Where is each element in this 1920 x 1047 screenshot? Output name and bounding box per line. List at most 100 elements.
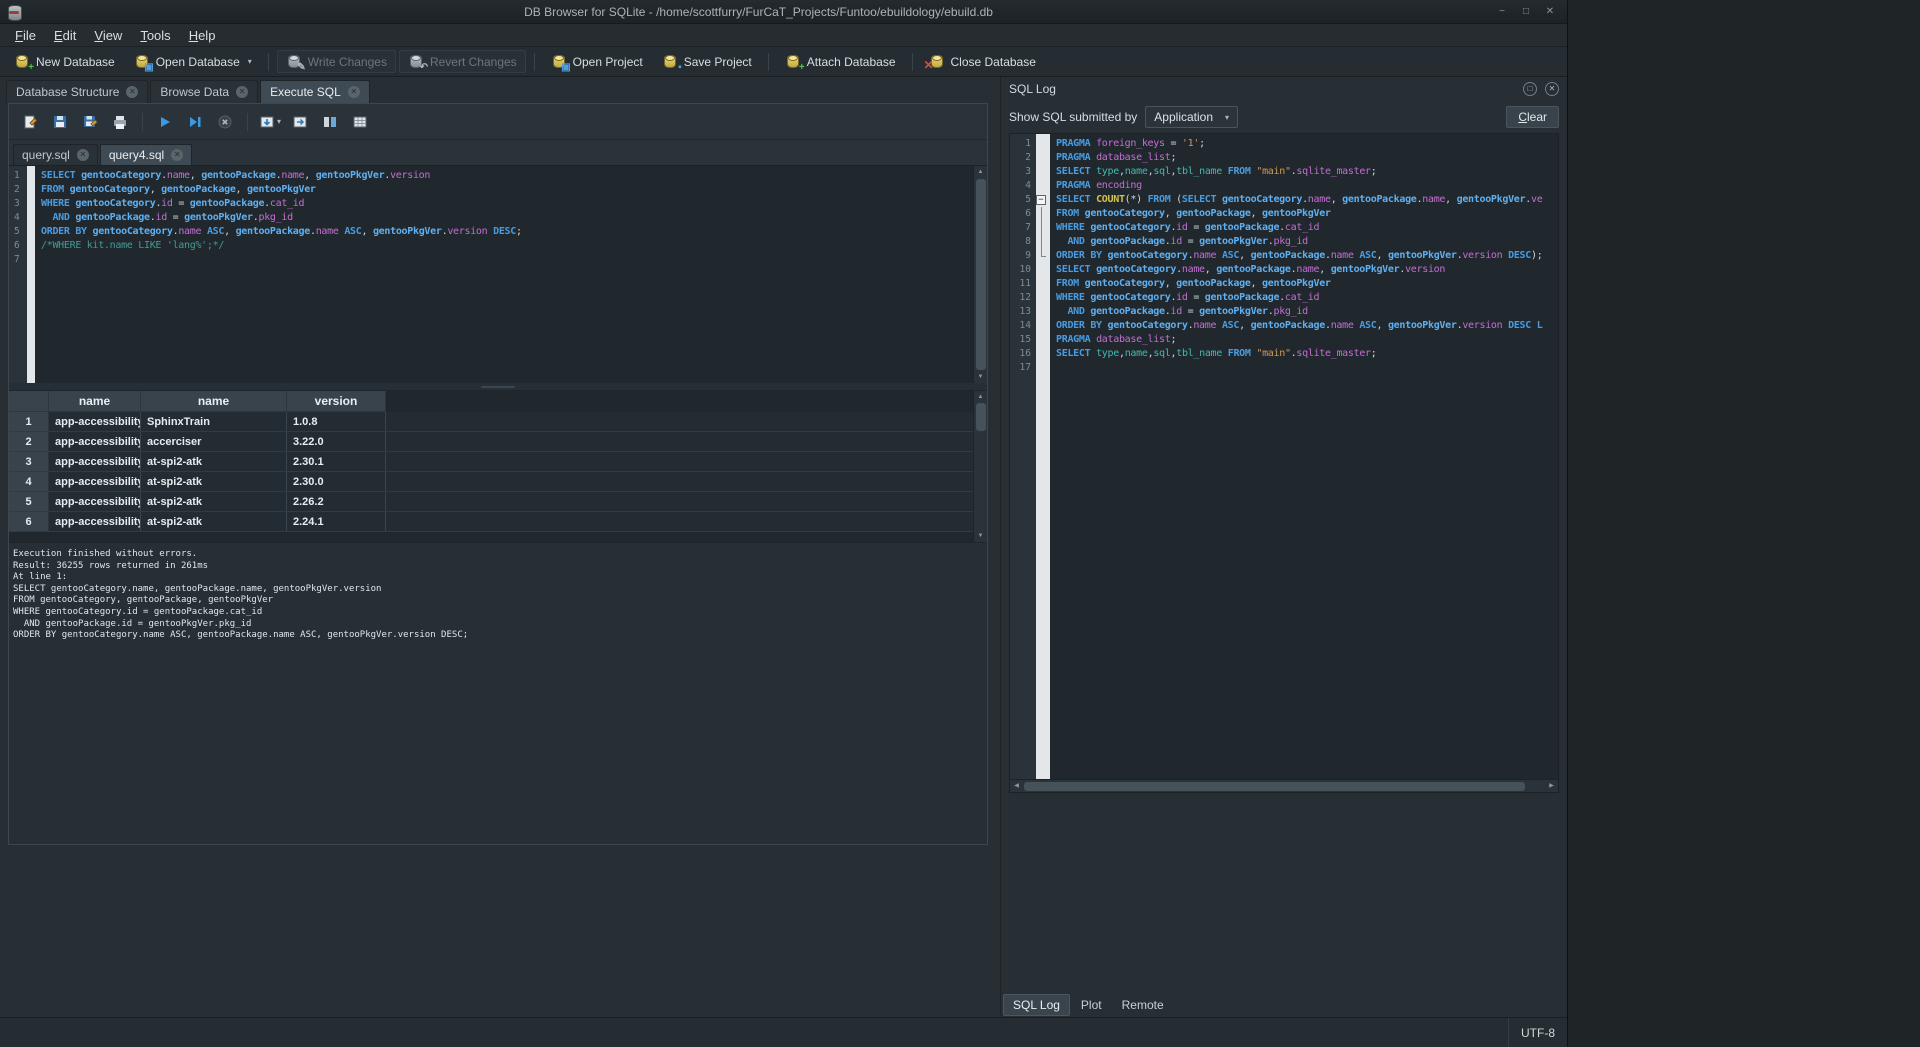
table-cell[interactable]: app-accessibility [49, 472, 141, 491]
clear-log-button[interactable]: Clear [1506, 106, 1559, 128]
execute-current-line-icon[interactable] [182, 110, 208, 134]
row-number: 3 [9, 452, 49, 471]
log-code[interactable]: PRAGMA foreign_keys = '1'; PRAGMA databas… [1050, 134, 1558, 779]
results-grid-icon[interactable] [347, 110, 373, 134]
table-cell[interactable]: app-accessibility [49, 512, 141, 531]
close-database-button[interactable]: ✕ Close Database [921, 51, 1044, 72]
tab-close-icon[interactable]: ✕ [347, 86, 360, 98]
revert-changes-button[interactable]: ↶ Revert Changes [398, 50, 526, 73]
table-cell[interactable]: at-spi2-atk [141, 472, 287, 491]
scroll-down-icon[interactable]: ▼ [974, 530, 988, 542]
menu-help[interactable]: Help [180, 26, 225, 45]
table-cell[interactable]: 2.30.0 [287, 472, 386, 491]
toolbar-separator [247, 112, 248, 131]
menu-tools[interactable]: Tools [131, 26, 179, 45]
dock-tab-sql-log[interactable]: SQL Log [1003, 994, 1070, 1016]
table-row[interactable]: 5 app-accessibility at-spi2-atk 2.26.2 [9, 492, 987, 512]
table-cell[interactable]: 3.22.0 [287, 432, 386, 451]
table-cell[interactable]: app-accessibility [49, 432, 141, 451]
line-number: 17 [1019, 362, 1031, 373]
tab-execute-sql[interactable]: Execute SQL ✕ [260, 80, 370, 103]
column-header[interactable]: name [141, 391, 287, 412]
table-cell[interactable]: at-spi2-atk [141, 452, 287, 471]
tab-close-icon[interactable]: ✕ [126, 86, 139, 98]
minimize-icon[interactable]: − [1495, 5, 1509, 19]
table-cell[interactable]: at-spi2-atk [141, 512, 287, 531]
code-line: WHERE gentooCategory.id = gentooPackage.… [41, 198, 305, 209]
save-sql-file-icon[interactable] [47, 110, 73, 134]
print-icon[interactable] [107, 110, 133, 134]
open-sql-file-icon[interactable] [17, 110, 43, 134]
table-row[interactable]: 4 app-accessibility at-spi2-atk 2.30.0 [9, 472, 987, 492]
line-number: 7 [14, 254, 20, 265]
table-row[interactable]: 1 app-accessibility SphinxTrain 1.0.8 [9, 412, 987, 432]
menu-view[interactable]: View [85, 26, 131, 45]
encoding-indicator[interactable]: UTF-8 [1508, 1018, 1567, 1047]
dock-tab-remote[interactable]: Remote [1113, 995, 1173, 1015]
menu-edit[interactable]: Edit [45, 26, 85, 45]
sql-editor[interactable]: 1 2 3 4 5 6 7 SELECT gentooCategory.name, gent… [9, 166, 987, 383]
write-changes-button[interactable]: ✎ Write Changes [276, 50, 396, 73]
tab-browse-data[interactable]: Browse Data ✕ [150, 80, 259, 103]
toolbar-separator [267, 52, 269, 71]
close-icon[interactable]: ✕ [1543, 5, 1557, 19]
table-cell[interactable]: accerciser [141, 432, 287, 451]
scroll-left-icon[interactable]: ◀ [1010, 780, 1023, 793]
table-cell[interactable]: 1.0.8 [287, 412, 386, 431]
table-row[interactable]: 6 app-accessibility at-spi2-atk 2.24.1 [9, 512, 987, 532]
tab-database-structure[interactable]: Database Structure ✕ [6, 80, 149, 103]
scroll-right-icon[interactable]: ▶ [1545, 780, 1558, 793]
format-sql-icon[interactable] [317, 110, 343, 134]
attach-database-button[interactable]: + Attach Database [777, 51, 904, 73]
editor-code[interactable]: SELECT gentooCategory.name, gentooPackag… [35, 166, 987, 383]
export-csv-icon[interactable] [287, 110, 313, 134]
scrollbar-thumb[interactable] [1024, 781, 1526, 791]
table-cell[interactable]: app-accessibility [49, 412, 141, 431]
column-header[interactable]: version [287, 391, 386, 412]
save-results-icon[interactable]: ▾ [257, 110, 283, 134]
tab-query4-sql[interactable]: query4.sql ✕ [99, 144, 193, 165]
save-project-button[interactable]: ▪ Save Project [654, 51, 760, 73]
table-cell[interactable]: SphinxTrain [141, 412, 287, 431]
table-cell[interactable]: 2.24.1 [287, 512, 386, 531]
tab-close-icon[interactable]: ✕ [171, 149, 184, 161]
scroll-up-icon[interactable]: ▲ [974, 166, 988, 178]
tab-close-icon[interactable]: ✕ [236, 86, 249, 98]
execute-all-icon[interactable] [152, 110, 178, 134]
open-project-button[interactable]: ▣ Open Project [543, 51, 651, 73]
new-database-button[interactable]: + New Database [6, 51, 123, 73]
table-cell[interactable]: app-accessibility [49, 492, 141, 511]
dock-float-icon[interactable]: □ [1523, 82, 1537, 96]
editor-fold-margin [27, 166, 35, 383]
tab-query-sql[interactable]: query.sql ✕ [13, 144, 98, 165]
app-window: DB Browser for SQLite - /home/scottfurry… [0, 0, 1568, 1047]
menu-file[interactable]: File [6, 26, 45, 45]
scroll-down-icon[interactable]: ▼ [974, 371, 988, 383]
scrollbar-thumb[interactable] [975, 179, 986, 370]
code-line: PRAGMA database_list; [1056, 152, 1177, 163]
scroll-up-icon[interactable]: ▲ [974, 391, 988, 403]
maximize-icon[interactable]: □ [1519, 5, 1533, 19]
submitted-by-select[interactable]: Application ▾ [1145, 106, 1239, 128]
dock-tab-plot[interactable]: Plot [1072, 995, 1111, 1015]
sql-log-view[interactable]: 1 2 3 4 5 6 7 8 9 10 11 12 13 14 15 16 17 − PRAGMA forei… [1010, 134, 1558, 779]
table-cell[interactable]: at-spi2-atk [141, 492, 287, 511]
table-cell[interactable]: 2.26.2 [287, 492, 386, 511]
close-database-icon: ✕ [924, 54, 945, 71]
tab-close-icon[interactable]: ✕ [76, 149, 89, 161]
scrollbar-thumb[interactable] [975, 403, 986, 431]
table-cell[interactable]: 2.30.1 [287, 452, 386, 471]
dock-close-icon[interactable]: ✕ [1545, 82, 1559, 96]
fold-collapse-icon: − [1036, 195, 1046, 205]
open-database-button[interactable]: ▣ Open Database ▾ [126, 51, 260, 73]
editor-vertical-scrollbar[interactable]: ▲ ▼ [973, 166, 987, 383]
table-row[interactable]: 3 app-accessibility at-spi2-atk 2.30.1 [9, 452, 987, 472]
table-row[interactable]: 2 app-accessibility accerciser 3.22.0 [9, 432, 987, 452]
stop-execution-icon[interactable] [212, 110, 238, 134]
table-cell[interactable]: app-accessibility [49, 452, 141, 471]
log-horizontal-scrollbar[interactable]: ◀ ▶ [1010, 779, 1558, 792]
column-header[interactable]: name [49, 391, 141, 412]
save-sql-file-as-icon[interactable] [77, 110, 103, 134]
results-vertical-scrollbar[interactable]: ▲ ▼ [973, 391, 987, 542]
editor-results-splitter[interactable] [9, 383, 987, 391]
